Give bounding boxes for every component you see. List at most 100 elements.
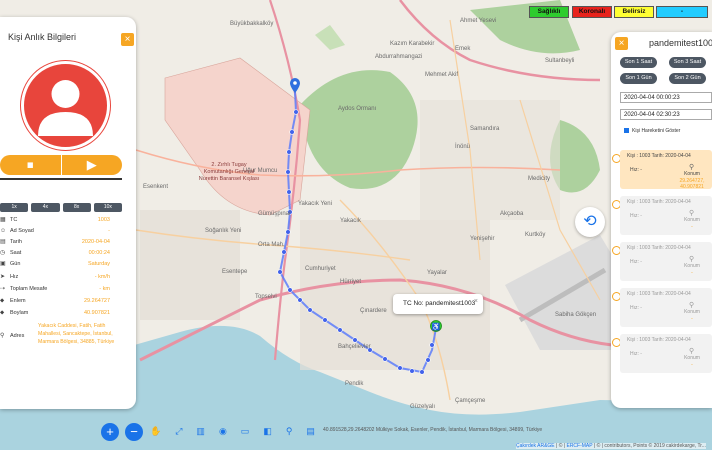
close-icon[interactable]: × (474, 292, 478, 312)
playback-controls: ⏹ ▶ (0, 155, 122, 175)
map-label: Sultanbeyli (545, 58, 574, 64)
start-datetime-field[interactable]: 2020-04-04 00:00:23 (620, 92, 712, 103)
longitude-icon: ⬥ (0, 310, 5, 316)
speed-button[interactable]: 8x (62, 203, 91, 212)
map-label: Medicity (528, 176, 550, 182)
last-1-day-button[interactable]: Son 1 Gün (620, 73, 657, 84)
info-value: - (108, 228, 110, 234)
show-movement-checkbox[interactable]: Kişi Hareketini Göster (624, 128, 680, 134)
info-row-date: ▤ Tarih 2020-04-04 (0, 238, 122, 249)
info-label: Enlem (10, 298, 26, 304)
map-label: Sabiha Gökçen (555, 312, 596, 318)
track-record-card[interactable]: Kişi : 1003 Tarih: 2020-04-04 Hız: - ⚲ K… (620, 196, 712, 235)
target-icon[interactable]: ◉ (219, 423, 227, 439)
calendar-icon: ▤ (0, 239, 6, 245)
map-label: İnönü (455, 143, 470, 150)
checkbox-label: Kişi Hareketini Göster (632, 128, 681, 134)
play-button[interactable]: ▶ (61, 155, 122, 175)
person-info-panel: Kişi Anlık Bilgileri × ⏹ ▶ 1x 4x 8x 10x … (0, 17, 136, 409)
info-label: Hız (10, 274, 19, 280)
map-label: Samandıra (470, 126, 500, 132)
record-speed: Hız: - (630, 167, 642, 173)
legend-other[interactable]: - (656, 6, 708, 18)
zoom-out-button[interactable]: − (125, 423, 143, 441)
info-label: Ad Soyad (10, 228, 34, 234)
close-icon[interactable]: × (615, 37, 628, 50)
speed-icon: ➤ (0, 274, 6, 280)
map-label: Yenişehir (470, 236, 494, 242)
speed-selector: 1x 4x 8x 10x (0, 203, 122, 212)
info-label: Tarih (10, 239, 22, 245)
track-record-card[interactable]: Kişi : 1003 Tarih: 2020-04-04 Hız: - ⚲ K… (620, 288, 712, 327)
stop-icon: ⏹ (27, 157, 34, 172)
map-label: Ahmet Yesevi (460, 18, 496, 24)
stop-button[interactable]: ⏹ (0, 155, 62, 175)
record-location: - (691, 270, 693, 276)
record-speed: Hız: - (630, 259, 642, 265)
location-pin-icon: ⚲ (689, 210, 695, 217)
document-icon[interactable]: ▤ (306, 423, 315, 439)
record-header: Kişi : 1003 Tarih: 2020-04-04 (627, 199, 691, 205)
speed-button[interactable]: 10x (93, 203, 122, 212)
person-popup: TC No: pandemitest1003 × (393, 294, 483, 314)
info-value: 29.264727 (84, 298, 110, 304)
info-label: Saat (10, 250, 22, 256)
end-datetime-field[interactable]: 2020-04-04 02:30:23 (620, 109, 712, 120)
record-speed: Hız: - (630, 213, 642, 219)
last-2-days-button[interactable]: Son 2 Gün (669, 73, 706, 84)
info-label: TC (10, 217, 18, 223)
info-row-latitude: ⬥ Enlem 29.264727 (0, 297, 122, 308)
info-row-speed: ➤ Hız - km/h (0, 273, 122, 284)
layers-icon[interactable]: ◧ (263, 423, 272, 439)
attribution-link[interactable]: Çakırdek AR&GE (516, 443, 555, 449)
location-pin-icon: ⚲ (689, 348, 695, 355)
map-label: Yakacık Yeni (298, 201, 332, 207)
map-label: Mehmet Akif (425, 72, 458, 78)
legend-healthy[interactable]: Sağlıklı (529, 6, 569, 18)
pan-icon[interactable]: ✋ (150, 423, 161, 439)
attribution-link[interactable]: ERCF-MAP (566, 443, 592, 449)
info-label: Boylam (10, 310, 29, 316)
track-record-card[interactable]: Kişi : 1003 Tarih: 2020-04-04 Hız: - ⚲ K… (620, 150, 712, 190)
map-label: Güzelyalı (410, 404, 435, 410)
map-label: Bahçelievler (338, 344, 371, 350)
measure-line-icon[interactable]: ⤢ (175, 423, 182, 439)
map-label: Çamçeşme (455, 398, 486, 404)
speed-button[interactable]: 1x (0, 203, 29, 212)
location-pin-icon[interactable]: ⚲ (286, 423, 293, 439)
last-3-hours-button[interactable]: Son 3 Saat (669, 57, 706, 68)
legend-corona[interactable]: Koronalı (572, 6, 612, 18)
map-attribution: Çakırdek AR&GE | © | ERCF-MAP | © | cont… (516, 443, 706, 449)
info-value: 40.907821 (84, 310, 110, 316)
map-label: Kurtköy (525, 232, 545, 238)
history-icon[interactable]: ⟲ (575, 207, 605, 237)
map-label: Aydos Ormanı (338, 106, 377, 112)
info-value: - km/h (94, 274, 110, 280)
map-label: Orta Mah. (258, 242, 285, 248)
map-label: Emek (455, 46, 471, 52)
legend-unknown[interactable]: Belirsiz (614, 6, 654, 18)
track-record-card[interactable]: Kişi : 1003 Tarih: 2020-04-04 Hız: - ⚲ K… (620, 334, 712, 373)
chart-icon[interactable]: ▥ (196, 423, 205, 439)
last-1-hour-button[interactable]: Son 1 Saat (620, 57, 657, 68)
record-header: Kişi : 1003 Tarih: 2020-04-04 (627, 245, 691, 251)
comment-icon[interactable]: ▭ (241, 423, 250, 439)
record-speed: Hız: - (630, 351, 642, 357)
track-record-card[interactable]: Kişi : 1003 Tarih: 2020-04-04 Hız: - ⚲ K… (620, 242, 712, 281)
record-header: Kişi : 1003 Tarih: 2020-04-04 (627, 337, 691, 343)
panel-title: pandemitest1003 (649, 38, 712, 48)
location-pin-icon: ⚲ (689, 302, 695, 309)
playback-progress-bar[interactable] (0, 178, 122, 180)
map-label: Abdurrahmangazi (375, 54, 422, 60)
latitude-icon: ⬥ (0, 298, 5, 304)
zoom-in-button[interactable]: + (101, 423, 119, 441)
record-location-label: Konum (684, 263, 700, 269)
close-icon[interactable]: × (121, 33, 134, 46)
record-location: - (691, 362, 693, 368)
location-pin-icon: ⚲ (689, 164, 695, 171)
map-label-zirhli: 2. Zırhlı Tugay Komutanlığı General Nure… (199, 162, 260, 182)
info-value: 2020-04-04 (81, 239, 110, 245)
map-label: Topselvi (255, 294, 277, 300)
speed-button[interactable]: 4x (31, 203, 60, 212)
map-label: Gümüşpınar (258, 211, 291, 217)
